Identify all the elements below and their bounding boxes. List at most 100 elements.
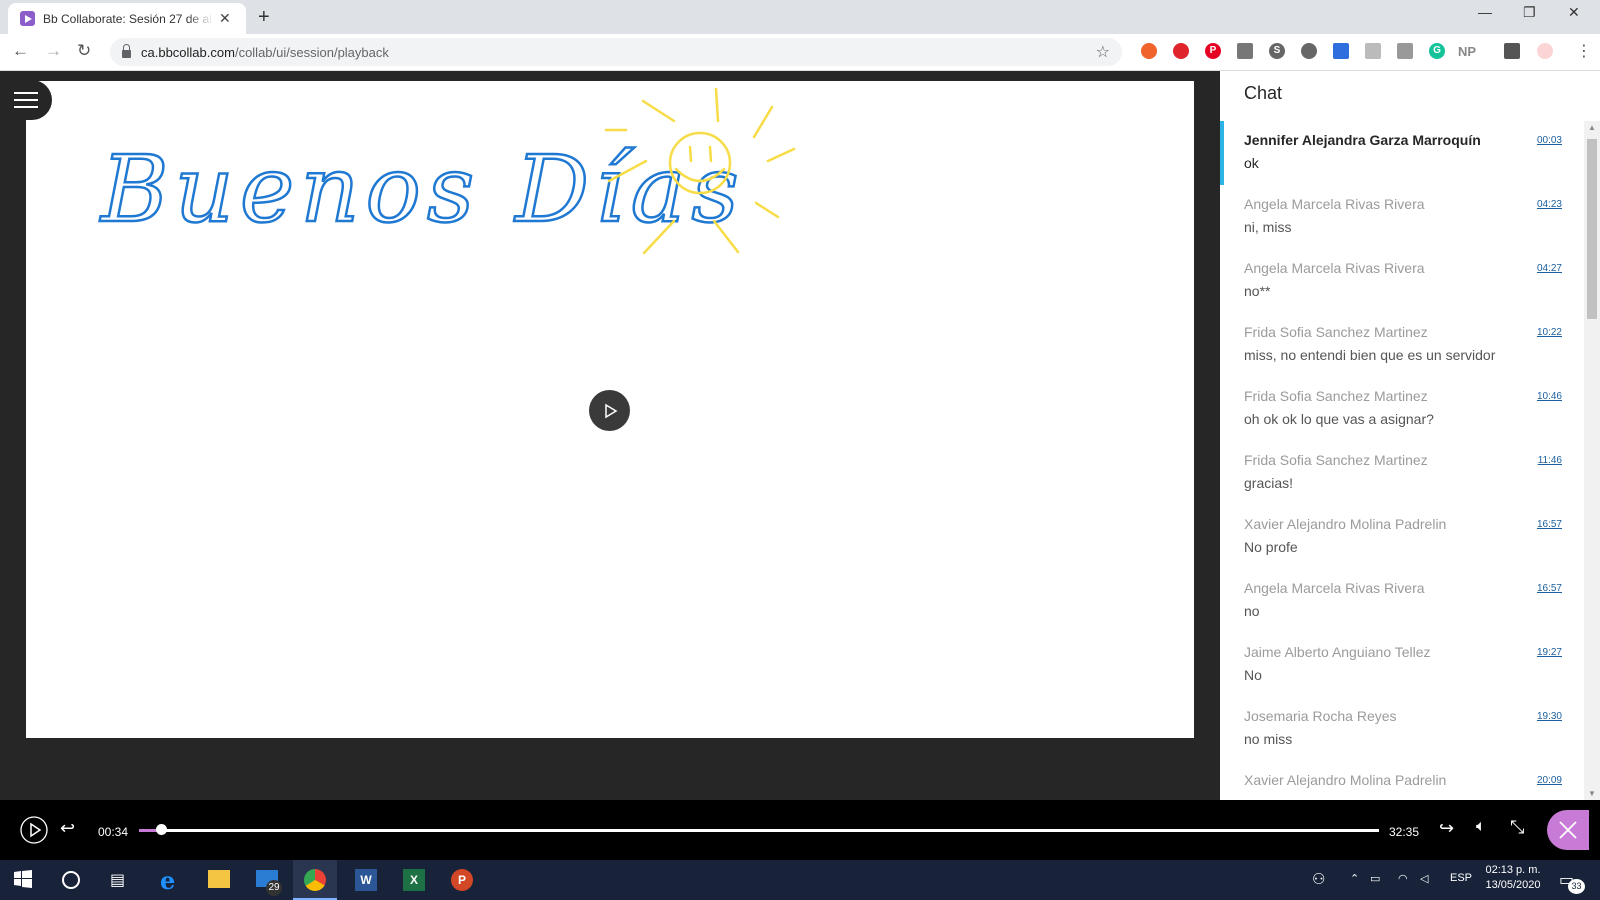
- scroll-thumb[interactable]: [1587, 139, 1597, 319]
- browser-toolbar: ← → ↻ ca.bbcollab.com/collab/ui/session/…: [0, 34, 1600, 71]
- chat-message-timestamp-link[interactable]: 10:46: [1537, 391, 1562, 402]
- chat-message-text: No: [1244, 667, 1262, 683]
- excel-icon[interactable]: X: [403, 869, 425, 891]
- url-path: /collab/ui/session/playback: [234, 44, 389, 60]
- address-bar[interactable]: ca.bbcollab.com/collab/ui/session/playba…: [110, 38, 1122, 66]
- play-button[interactable]: [20, 816, 48, 849]
- chat-message-author: Frida Sofia Sanchez Martinez: [1244, 388, 1428, 404]
- chat-message: Jennifer Alejandra Garza Marroquín 00:03 o…: [1220, 121, 1584, 185]
- powerpoint-icon[interactable]: P: [451, 869, 473, 891]
- seek-bar[interactable]: [139, 824, 1379, 835]
- search-extension-icon[interactable]: [1301, 43, 1317, 59]
- speaker-icon[interactable]: ◁: [1420, 872, 1428, 885]
- playback-controls: ↩ 00:34 32:35 ↪ 🔈︎ ⤡: [0, 800, 1600, 860]
- chat-message-text: miss, no entendi bien que es un servidor: [1244, 347, 1496, 363]
- chrome-icon[interactable]: [304, 869, 326, 891]
- sun-ray: [754, 201, 780, 219]
- notifications-badge: 33: [1568, 879, 1585, 894]
- new-tab-icon[interactable]: +: [258, 6, 270, 29]
- drive-extension-icon[interactable]: [1237, 43, 1253, 59]
- chat-message-text: ok: [1244, 155, 1259, 171]
- browser-tab[interactable]: Bb Collaborate: Sesión 27 de abril ✕: [8, 3, 246, 34]
- search-icon[interactable]: [62, 871, 80, 889]
- classroom-extension-icon[interactable]: [1333, 43, 1349, 59]
- chat-scrollbar[interactable]: ▲ ▼: [1584, 121, 1600, 800]
- skype-extension-icon[interactable]: S: [1269, 43, 1285, 59]
- reload-icon[interactable]: ↻: [77, 41, 91, 61]
- clock-date: 13/05/2020: [1485, 879, 1541, 891]
- sun-ray: [766, 147, 796, 163]
- chat-message-timestamp-link[interactable]: 16:57: [1537, 519, 1562, 530]
- scroll-up-icon[interactable]: ▲: [1588, 123, 1596, 132]
- url-host: ca.bbcollab.com: [141, 44, 235, 60]
- chat-message-timestamp-link[interactable]: 20:09: [1537, 775, 1562, 786]
- chat-message-author: Angela Marcela Rivas Rivera: [1244, 260, 1425, 276]
- forward-skip-icon[interactable]: ↪: [1439, 818, 1454, 839]
- chat-message-text: ni, miss: [1244, 219, 1292, 235]
- play-icon: [20, 816, 48, 844]
- chat-message-author: Xavier Alejandro Molina Padrelin: [1244, 516, 1447, 532]
- task-view-icon[interactable]: ▤: [110, 870, 128, 889]
- window-close-icon[interactable]: ✕: [1568, 4, 1580, 21]
- minimize-icon[interactable]: —: [1478, 4, 1492, 20]
- media-control-icon[interactable]: [1504, 43, 1520, 59]
- word-icon[interactable]: W: [355, 869, 377, 891]
- forward-icon[interactable]: →: [45, 41, 62, 61]
- chat-message-text: No profe: [1244, 539, 1298, 555]
- profile-avatar[interactable]: [1537, 43, 1553, 59]
- file-explorer-icon[interactable]: [208, 870, 230, 888]
- seek-handle[interactable]: [156, 824, 167, 835]
- windows-start-icon[interactable]: [14, 870, 32, 888]
- chat-message-timestamp-link[interactable]: 19:27: [1537, 647, 1562, 658]
- extension-icon[interactable]: [1397, 43, 1413, 59]
- session-menu-button[interactable]: [0, 80, 52, 120]
- adblock-extension-icon[interactable]: [1173, 43, 1189, 59]
- people-icon[interactable]: ⚇: [1312, 870, 1325, 888]
- tray-expand-icon[interactable]: ⌃: [1350, 872, 1359, 885]
- restore-icon[interactable]: ❐: [1523, 4, 1536, 21]
- chat-message-author: Frida Sofia Sanchez Martinez: [1244, 452, 1428, 468]
- collaborate-favicon-icon: [20, 11, 35, 26]
- pinterest-extension-icon[interactable]: P: [1205, 43, 1221, 59]
- sun-eye: [688, 145, 693, 163]
- chat-message-list[interactable]: Jennifer Alejandra Garza Marroquín 00:03 o…: [1220, 121, 1584, 800]
- grammarly-extension-icon[interactable]: G: [1429, 43, 1445, 59]
- sun-ray: [641, 99, 676, 123]
- wifi-icon[interactable]: ◠: [1398, 872, 1408, 885]
- clock[interactable]: 02:13 p. m. 13/05/2020: [1484, 864, 1542, 891]
- chat-title: Chat: [1244, 83, 1283, 103]
- chat-message-timestamp-link[interactable]: 04:27: [1537, 263, 1562, 274]
- chat-message-timestamp-link[interactable]: 00:03: [1537, 135, 1562, 146]
- bookmark-star-icon[interactable]: ☆: [1096, 42, 1110, 62]
- mail-badge: 29: [266, 880, 282, 896]
- fire-extension-icon[interactable]: [1141, 43, 1157, 59]
- np-extension-icon[interactable]: NP: [1458, 44, 1476, 59]
- chat-message-timestamp-link[interactable]: 04:23: [1537, 199, 1562, 210]
- chat-message: Frida Sofia Sanchez Martinez 11:46 gracias…: [1220, 441, 1584, 505]
- edge-icon[interactable]: e: [160, 866, 182, 895]
- fullscreen-icon[interactable]: ⤡: [1510, 817, 1524, 838]
- rewind-icon[interactable]: ↩: [60, 818, 75, 839]
- battery-icon[interactable]: ▭: [1370, 872, 1380, 885]
- chat-message-timestamp-link[interactable]: 10:22: [1537, 327, 1562, 338]
- playback-stage: Buenos Días: [0, 71, 1220, 800]
- chat-message-author: Angela Marcela Rivas Rivera: [1244, 196, 1425, 212]
- volume-icon[interactable]: 🔈︎: [1476, 818, 1486, 836]
- chat-message-timestamp-link[interactable]: 11:46: [1538, 455, 1562, 466]
- tab-close-icon[interactable]: ✕: [219, 10, 231, 27]
- chat-message-timestamp-link[interactable]: 19:30: [1537, 711, 1562, 722]
- chat-message-text: gracias!: [1244, 475, 1294, 491]
- chat-message: Xavier Alejandro Molina Padrelin 16:57 No …: [1220, 505, 1584, 569]
- url-text: ca.bbcollab.com/collab/ui/session/playba…: [141, 45, 389, 60]
- extension-icon[interactable]: [1365, 43, 1381, 59]
- back-icon[interactable]: ←: [12, 41, 29, 61]
- chat-message-text: no: [1244, 603, 1260, 619]
- chat-message: Xavier Alejandro Molina Padrelin 20:09: [1220, 761, 1584, 800]
- chat-message-author: Josemaria Rocha Reyes: [1244, 708, 1397, 724]
- chat-message-timestamp-link[interactable]: 16:57: [1537, 583, 1562, 594]
- close-player-button[interactable]: [1547, 810, 1589, 850]
- scroll-down-icon[interactable]: ▼: [1588, 789, 1596, 798]
- center-play-button[interactable]: [589, 390, 630, 431]
- language-indicator[interactable]: ESP: [1450, 872, 1472, 884]
- browser-menu-icon[interactable]: ⋮: [1576, 41, 1592, 61]
